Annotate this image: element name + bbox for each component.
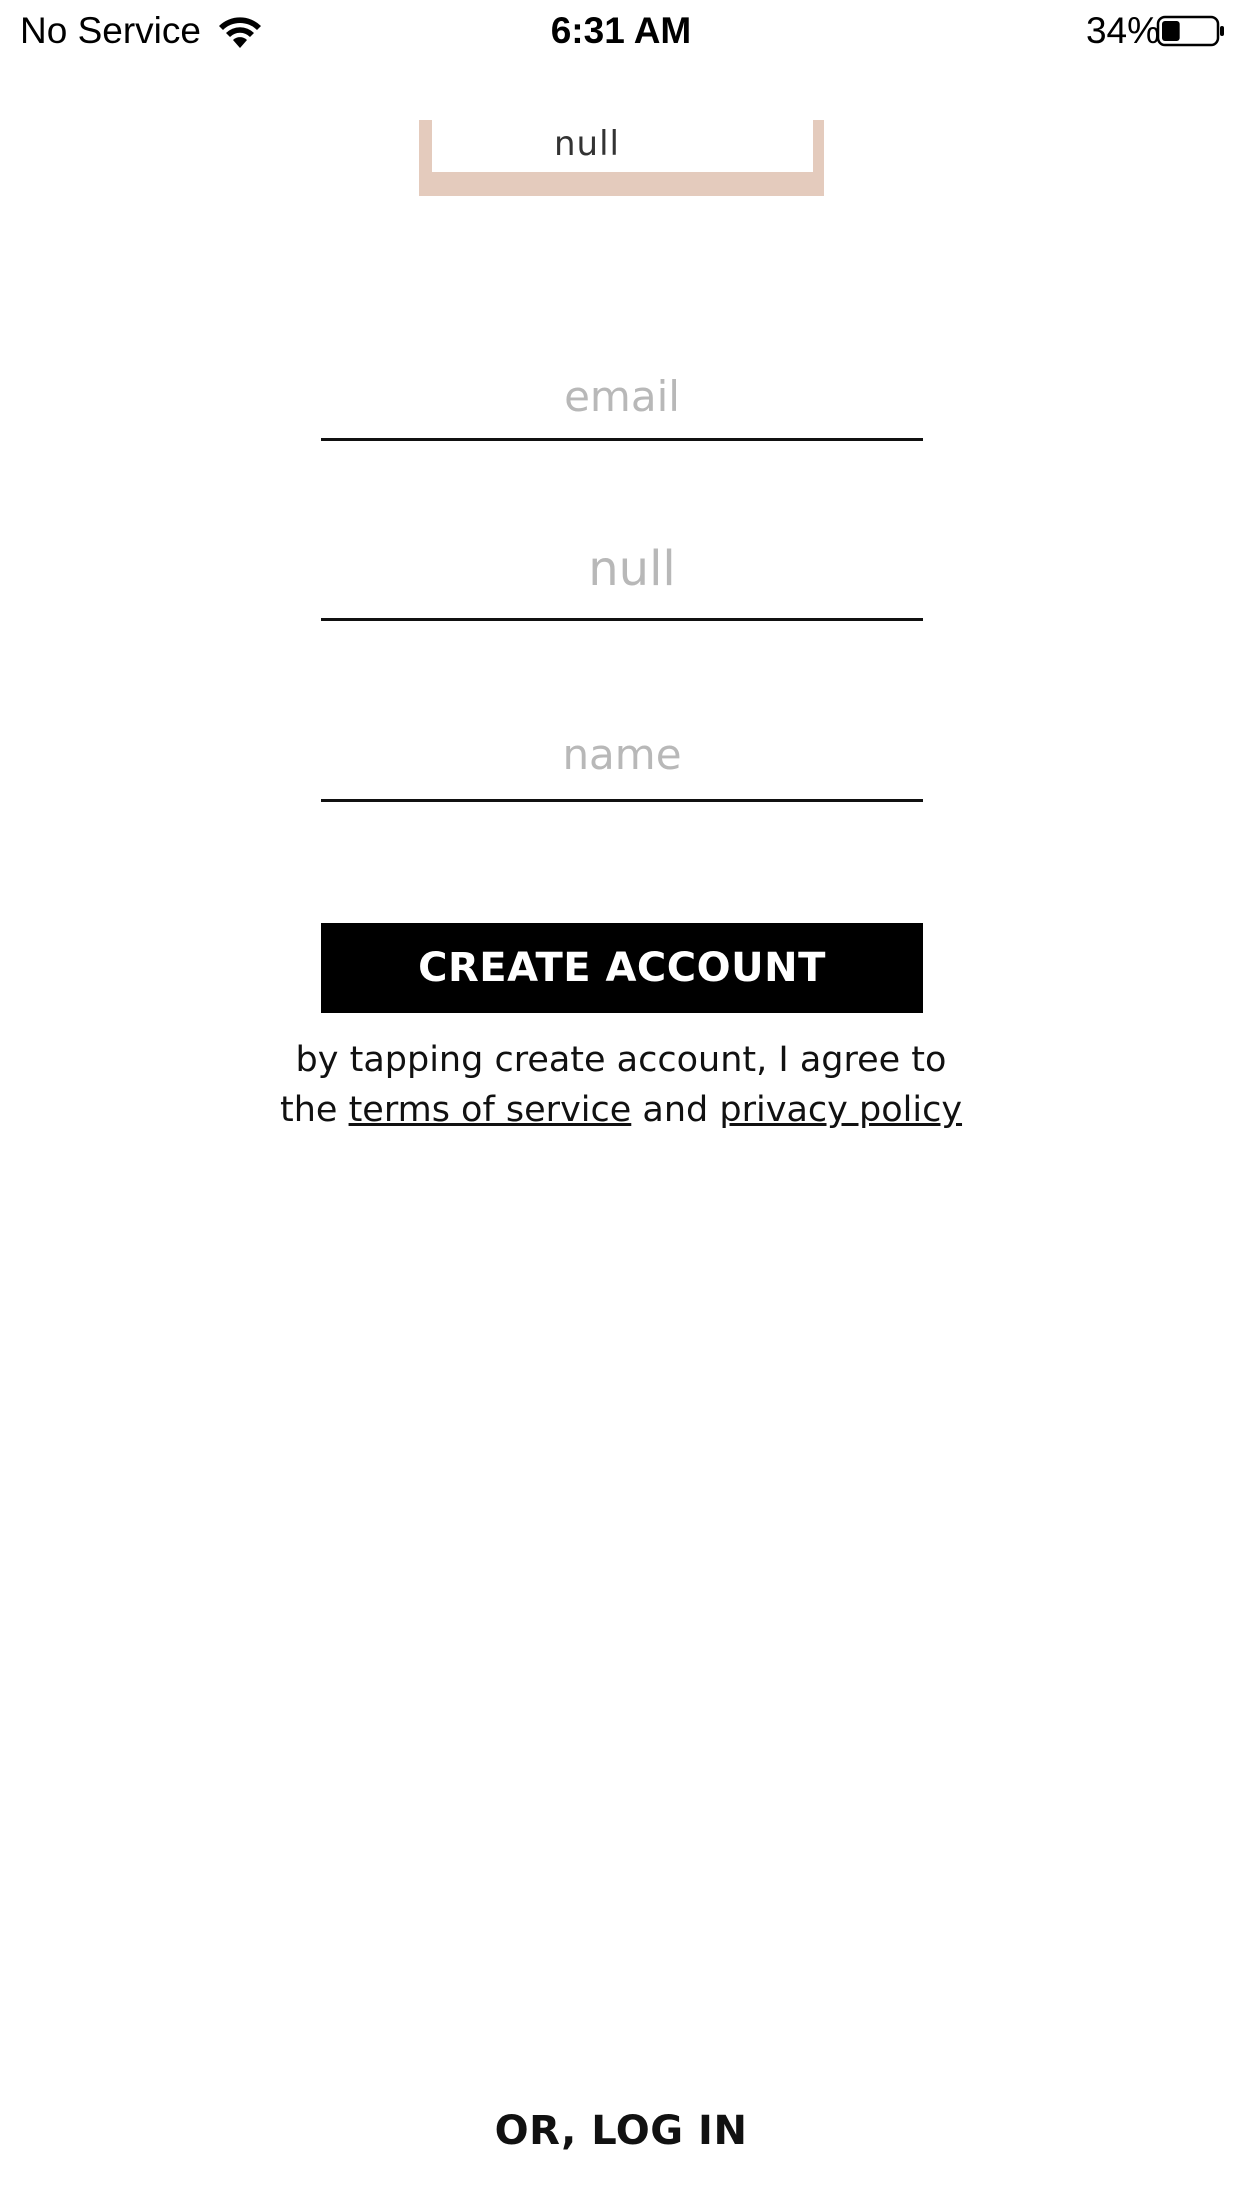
legal-the: the bbox=[279, 1090, 338, 1130]
log-in-link[interactable]: OR, LOG IN bbox=[0, 2108, 1242, 2154]
email-field[interactable] bbox=[321, 355, 923, 441]
privacy-policy-link[interactable]: privacy policy bbox=[719, 1090, 962, 1130]
battery-percent: 34% bbox=[1085, 10, 1160, 51]
battery-icon bbox=[1156, 15, 1224, 47]
status-time: 6:31 AM bbox=[550, 10, 692, 51]
legal-text: by tapping create account, I agree to th… bbox=[200, 1035, 1042, 1135]
legal-line-2: the terms of service and privacy policy bbox=[200, 1085, 1042, 1135]
logo-text: null bbox=[554, 124, 620, 164]
legal-line-1: by tapping create account, I agree to bbox=[295, 1040, 947, 1080]
secondary-field[interactable] bbox=[321, 520, 923, 621]
terms-of-service-link[interactable]: terms of service bbox=[349, 1090, 632, 1130]
name-field[interactable] bbox=[321, 710, 923, 802]
legal-and: and bbox=[642, 1090, 709, 1130]
create-account-button[interactable]: CREATE ACCOUNT bbox=[321, 923, 923, 1013]
status-bar: No Service 6:31 AM 34% bbox=[0, 0, 1242, 62]
